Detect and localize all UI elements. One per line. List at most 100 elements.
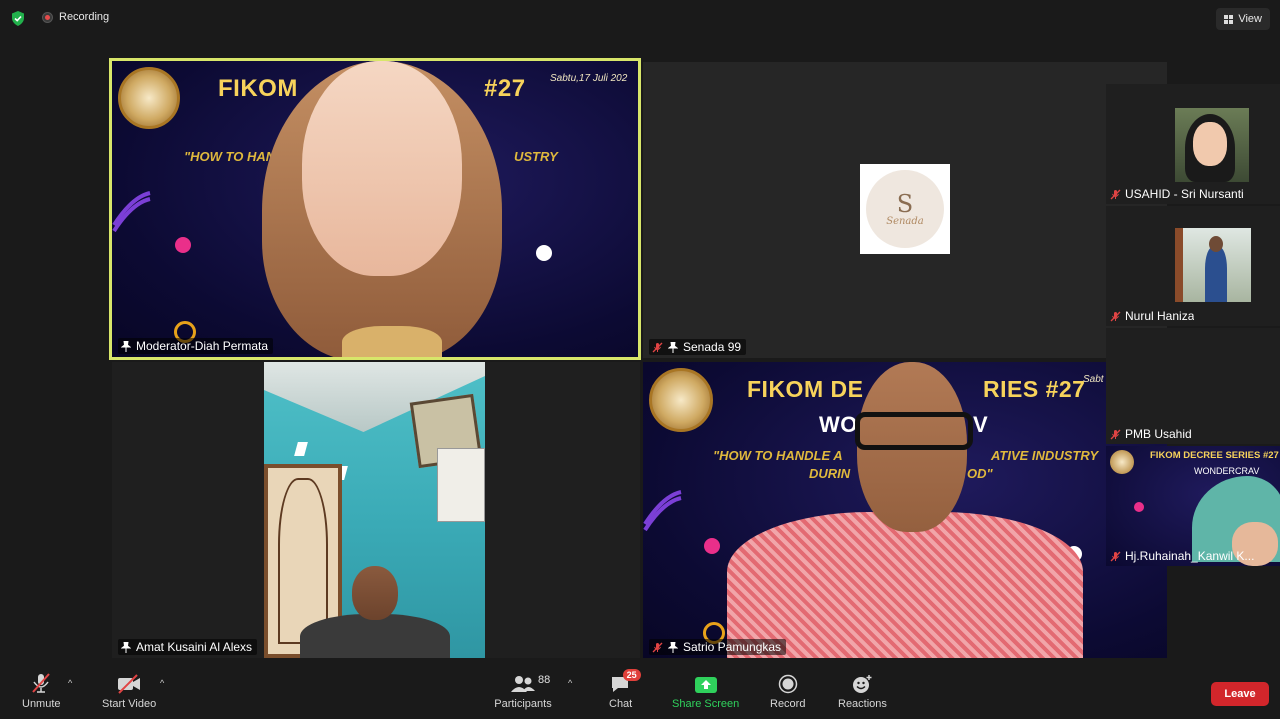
record-label: Record bbox=[770, 698, 806, 710]
fikom-logo-icon bbox=[118, 67, 180, 129]
audio-options-caret-icon[interactable]: ^ bbox=[68, 678, 72, 688]
video-thumbnail: FIKOM DECREE SERIES #27 WONDERCRAV bbox=[1106, 446, 1280, 566]
recording-dot-icon bbox=[42, 11, 53, 23]
senada-logo-text: Senada bbox=[886, 215, 924, 227]
grid-view-icon bbox=[1224, 14, 1234, 24]
record-icon bbox=[778, 674, 797, 694]
reactions-emoji-icon bbox=[853, 675, 872, 693]
view-label: View bbox=[1238, 13, 1262, 25]
slide-subtitle: WO bbox=[819, 412, 858, 437]
pin-icon bbox=[121, 340, 131, 352]
slide-series-number: #27 bbox=[484, 75, 526, 102]
video-off-icon bbox=[118, 674, 141, 694]
person-face bbox=[302, 61, 462, 276]
participant-name: Hj.Ruhainah_Kanwil K... bbox=[1125, 549, 1255, 563]
participants-button[interactable]: 88 Participants bbox=[494, 672, 552, 710]
security-shield-icon[interactable] bbox=[11, 11, 25, 26]
start-video-button[interactable]: Start Video bbox=[102, 672, 156, 710]
record-button[interactable]: Record bbox=[770, 672, 805, 710]
mic-off-icon bbox=[32, 673, 51, 693]
tile-name-label: USAHID - Sri Nursanti bbox=[1110, 187, 1244, 201]
slide-line2-left: DURIN bbox=[809, 466, 851, 481]
video-thumbnail bbox=[1175, 108, 1249, 182]
slide-line2-right: OD" bbox=[967, 466, 993, 481]
fikom-logo-icon bbox=[649, 368, 713, 432]
person-body bbox=[300, 614, 450, 658]
video-tile-satrio[interactable]: FIKOM DE RIES #27 Sabt WO V "HOW TO HAND… bbox=[643, 362, 1167, 658]
slide-title: FIKOM DE bbox=[747, 376, 864, 402]
slide-date: Sabt bbox=[1083, 374, 1104, 385]
top-bar: Recording View bbox=[0, 0, 1280, 38]
participants-label: Participants bbox=[494, 698, 552, 710]
recording-label: Recording bbox=[59, 11, 110, 23]
video-options-caret-icon[interactable]: ^ bbox=[160, 678, 164, 688]
participant-name: USAHID - Sri Nursanti bbox=[1125, 187, 1244, 201]
share-screen-button[interactable]: Share Screen bbox=[672, 672, 739, 710]
slide-subtitle-right: USTRY bbox=[514, 149, 558, 164]
participant-name: Amat Kusaini Al Alexs bbox=[136, 640, 253, 654]
slide-date: Sabtu,17 Juli 202 bbox=[550, 73, 628, 84]
person-shirt bbox=[727, 512, 1083, 658]
mic-muted-icon bbox=[1110, 429, 1121, 439]
senada-logo: S Senada bbox=[860, 164, 950, 254]
thumb-slide-title: FIKOM DECREE SERIES #27 bbox=[1150, 450, 1279, 461]
reactions-button[interactable]: Reactions bbox=[838, 672, 887, 710]
start-video-label: Start Video bbox=[102, 698, 157, 710]
tile-name-label: Hj.Ruhainah_Kanwil K... bbox=[1110, 549, 1254, 563]
participant-name: Senada 99 bbox=[683, 340, 742, 354]
tile-name-label: Moderator-Diah Permata bbox=[118, 338, 274, 354]
person-shoulder bbox=[342, 326, 442, 357]
video-tile-moderator[interactable]: FIKOM #27 Sabtu,17 Juli 202 "HOW TO HAN … bbox=[109, 58, 641, 360]
participants-count: 88 bbox=[538, 674, 551, 686]
video-thumbnail bbox=[1175, 228, 1251, 302]
mic-muted-icon bbox=[652, 342, 663, 352]
sidebar-tile-ruhainah[interactable]: FIKOM DECREE SERIES #27 WONDERCRAV Hj.Ru… bbox=[1106, 446, 1280, 566]
participant-name: Moderator-Diah Permata bbox=[136, 339, 269, 353]
bottom-toolbar: Unmute ^ Start Video ^ 88 Participants ^… bbox=[0, 664, 1280, 719]
share-screen-icon bbox=[694, 677, 717, 693]
decor-dot bbox=[704, 538, 720, 554]
video-tile-amat[interactable]: Amat Kusaini Al Alexs bbox=[112, 362, 640, 658]
tile-name-label: PMB Usahid bbox=[1110, 427, 1192, 441]
slide-subtitle-left: "HOW TO HAN bbox=[184, 149, 276, 164]
chat-badge: 25 bbox=[622, 669, 641, 681]
slide-line1-right: ATIVE INDUSTRY bbox=[991, 448, 1099, 463]
mic-muted-icon bbox=[1110, 189, 1121, 199]
participants-icon bbox=[511, 676, 535, 692]
slide-series-number: RIES #27 bbox=[983, 376, 1086, 402]
room-video bbox=[264, 362, 485, 658]
sidebar-tile-sri-nursanti[interactable]: USAHID - Sri Nursanti bbox=[1106, 84, 1280, 204]
pin-icon bbox=[668, 341, 678, 353]
sidebar-tile-nurul-haniza[interactable]: Nurul Haniza bbox=[1106, 206, 1280, 326]
thumb-slide-sub: WONDERCRAV bbox=[1194, 466, 1260, 476]
wall-calendar bbox=[437, 448, 485, 522]
mic-muted-icon bbox=[652, 642, 663, 652]
participant-name: Satrio Pamungkas bbox=[683, 640, 782, 654]
zoom-meeting-window: Recording View FIKOM #27 Sabtu,17 Juli 2… bbox=[0, 0, 1280, 719]
leave-button[interactable]: Leave bbox=[1211, 682, 1269, 706]
chat-label: Chat bbox=[609, 698, 633, 710]
pin-icon bbox=[121, 641, 131, 653]
reactions-label: Reactions bbox=[838, 698, 887, 710]
sidebar-tile-pmb-usahid[interactable]: PMB Usahid bbox=[1106, 328, 1280, 444]
mic-muted-icon bbox=[1110, 551, 1121, 561]
decor-dot bbox=[536, 245, 552, 261]
slide-title: FIKOM bbox=[218, 75, 298, 102]
video-tile-senada[interactable]: S Senada Senada 99 bbox=[643, 62, 1167, 358]
decor-dot bbox=[175, 237, 191, 253]
participants-options-caret-icon[interactable]: ^ bbox=[568, 678, 572, 688]
recording-indicator[interactable]: Recording bbox=[42, 11, 109, 23]
tile-name-label: Satrio Pamungkas bbox=[649, 639, 787, 655]
chat-button[interactable]: 25 Chat bbox=[609, 669, 641, 710]
participant-name: Nurul Haniza bbox=[1125, 309, 1195, 323]
slide-subtitle-end: V bbox=[973, 412, 989, 437]
tile-name-label: Nurul Haniza bbox=[1110, 309, 1194, 323]
decor-stripe bbox=[643, 490, 682, 532]
senada-logo-mark: S bbox=[896, 189, 914, 218]
tile-name-label: Amat Kusaini Al Alexs bbox=[118, 639, 258, 655]
pin-icon bbox=[668, 641, 678, 653]
decor-stripe bbox=[112, 191, 151, 233]
unmute-button[interactable]: Unmute bbox=[22, 672, 61, 710]
view-button[interactable]: View bbox=[1216, 8, 1270, 30]
glasses bbox=[855, 412, 973, 450]
